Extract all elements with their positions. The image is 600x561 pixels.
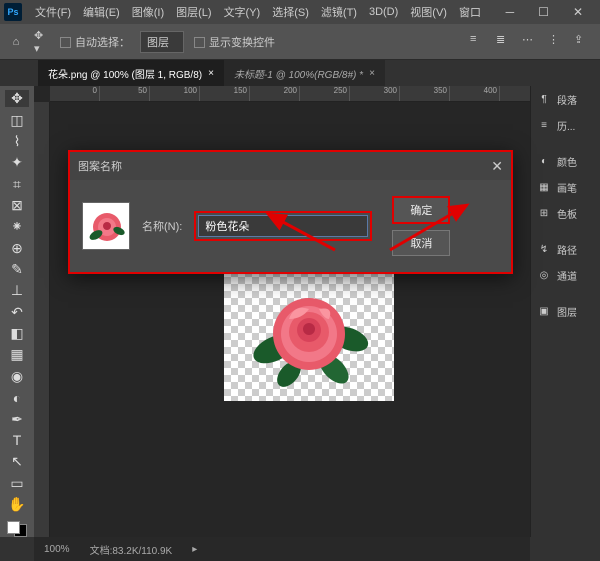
minimize-icon[interactable]: ─ [501, 5, 520, 19]
menu-window[interactable]: 窗口 [454, 4, 486, 20]
panel-layer[interactable]: ▣图层 [531, 298, 600, 324]
dialog-close-icon[interactable]: ✕ [491, 158, 503, 175]
move-tool-icon: ✥ ▾ [34, 34, 50, 50]
zoom-level[interactable]: 100% [44, 544, 70, 555]
name-label: 名称(N): [142, 218, 182, 234]
brush-icon: ▦ [537, 180, 551, 194]
share-icon[interactable]: ⇪ [574, 33, 592, 51]
eyedropper-tool[interactable]: ⁕ [5, 218, 29, 235]
align2-icon[interactable]: ≣ [496, 33, 514, 51]
marquee-tool[interactable]: ◫ [5, 111, 29, 128]
pattern-name-dialog: 图案名称 ✕ 名称(N): 确定 取消 [68, 150, 513, 274]
tab-untitled[interactable]: 未标题-1 @ 100%(RGB/8#) *× [224, 60, 385, 86]
gradient-tool[interactable]: ▦ [5, 346, 29, 363]
history-icon: ≡ [537, 118, 551, 132]
home-icon[interactable]: ⌂ [8, 34, 24, 50]
menu-3d[interactable]: 3D(D) [364, 6, 403, 18]
panel-channel[interactable]: ◎通道 [531, 262, 600, 288]
pattern-thumbnail [82, 202, 130, 250]
rose-image [224, 256, 394, 401]
panel-paragraph[interactable]: ¶段落 [531, 86, 600, 112]
doc-size: 文档:83.2K/110.9K [90, 542, 173, 557]
ruler-horizontal: 050100150200250300350400 [50, 86, 530, 102]
ok-button[interactable]: 确定 [392, 196, 450, 224]
eraser-tool[interactable]: ◧ [5, 325, 29, 342]
close-tab-icon[interactable]: × [208, 68, 214, 79]
toolbox: ✥ ◫ ⌇ ✦ ⌗ ⊠ ⁕ ⊕ ✎ ⊥ ↶ ◧ ▦ ◉ ◐ ✒ T ↖ ▭ ✋ [0, 86, 34, 537]
crop-tool[interactable]: ⌗ [5, 175, 29, 192]
pen-tool[interactable]: ✒ [5, 410, 29, 427]
dialog-title: 图案名称 [78, 158, 122, 174]
align-icon[interactable]: ≡ [470, 33, 488, 51]
pattern-name-input[interactable] [198, 215, 368, 237]
color-swatch[interactable] [7, 521, 27, 537]
menu-file[interactable]: 文件(F) [30, 4, 76, 20]
options-bar: ⌂ ✥ ▾ 自动选择： 图层 显示变换控件 ≡ ≣ ⋯ ⋮ ⇪ [0, 24, 600, 60]
blur-tool[interactable]: ◉ [5, 368, 29, 385]
lasso-tool[interactable]: ⌇ [5, 133, 29, 150]
type-tool[interactable]: T [5, 432, 29, 449]
menu-select[interactable]: 选择(S) [267, 4, 314, 20]
frame-tool[interactable]: ⊠ [5, 197, 29, 214]
maximize-icon[interactable]: ☐ [533, 5, 554, 19]
cancel-button[interactable]: 取消 [392, 230, 450, 256]
swatch-icon: ⊞ [537, 206, 551, 220]
paragraph-icon: ¶ [537, 92, 551, 106]
ps-logo: Ps [4, 3, 22, 21]
ruler-vertical [34, 102, 50, 537]
path-icon: ↯ [537, 242, 551, 256]
dodge-tool[interactable]: ◐ [5, 389, 29, 406]
shape-tool[interactable]: ▭ [5, 474, 29, 491]
menu-filter[interactable]: 滤镜(T) [316, 4, 362, 20]
dialog-titlebar[interactable]: 图案名称 ✕ [70, 152, 511, 180]
panel-brush[interactable]: ▦画笔 [531, 174, 600, 200]
status-bar: 100% 文档:83.2K/110.9K ▸ [34, 537, 530, 561]
auto-select-dropdown[interactable]: 图层 [140, 31, 184, 53]
layer-icon: ▣ [537, 304, 551, 318]
panel-path[interactable]: ↯路径 [531, 236, 600, 262]
menu-bar: Ps 文件(F) 编辑(E) 图像(I) 图层(L) 文字(Y) 选择(S) 滤… [0, 0, 600, 24]
document-tabs: 花朵.png @ 100% (图层 1, RGB/8)× 未标题-1 @ 100… [0, 60, 600, 86]
hand-tool[interactable]: ✋ [5, 496, 29, 513]
panel-history[interactable]: ≡历... [531, 112, 600, 138]
stamp-tool[interactable]: ⊥ [5, 282, 29, 299]
panels: ¶段落 ≡历... ◐颜色 ▦画笔 ⊞色板 ↯路径 ◎通道 ▣图层 [530, 86, 600, 537]
color-icon: ◐ [537, 154, 551, 168]
tab-flower[interactable]: 花朵.png @ 100% (图层 1, RGB/8)× [38, 60, 224, 86]
distribute-icon[interactable]: ⋯ [522, 33, 540, 51]
status-chevron-icon[interactable]: ▸ [192, 544, 197, 555]
document[interactable] [224, 256, 394, 401]
more-icon[interactable]: ⋮ [548, 33, 566, 51]
close-tab-icon[interactable]: × [369, 68, 375, 79]
brush-tool[interactable]: ✎ [5, 261, 29, 278]
menu-view[interactable]: 视图(V) [405, 4, 452, 20]
channel-icon: ◎ [537, 268, 551, 282]
close-icon[interactable]: ✕ [568, 5, 588, 19]
menu-layer[interactable]: 图层(L) [171, 4, 216, 20]
heal-tool[interactable]: ⊕ [5, 240, 29, 257]
auto-select-check[interactable]: 自动选择： [60, 34, 130, 50]
panel-color[interactable]: ◐颜色 [531, 148, 600, 174]
show-transform-check[interactable]: 显示变换控件 [194, 34, 275, 50]
panel-swatch[interactable]: ⊞色板 [531, 200, 600, 226]
wand-tool[interactable]: ✦ [5, 154, 29, 171]
path-tool[interactable]: ↖ [5, 453, 29, 470]
menu-image[interactable]: 图像(I) [127, 4, 169, 20]
menu-type[interactable]: 文字(Y) [219, 4, 266, 20]
history-brush-tool[interactable]: ↶ [5, 304, 29, 321]
menu-edit[interactable]: 编辑(E) [78, 4, 125, 20]
move-tool[interactable]: ✥ [5, 90, 29, 107]
